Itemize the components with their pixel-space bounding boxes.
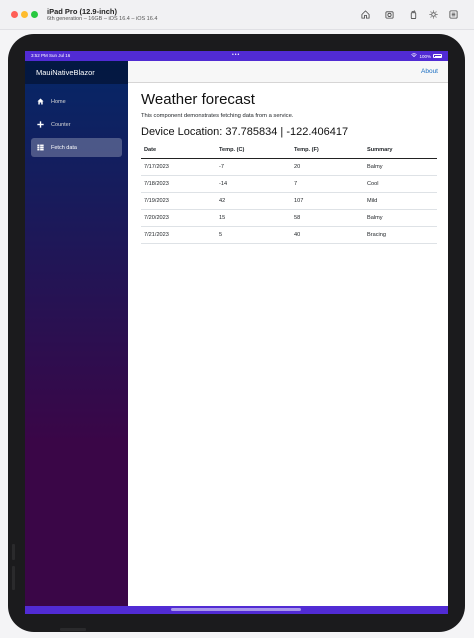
cell-date: 7/19/2023 <box>141 192 216 210</box>
cell-date: 7/21/2023 <box>141 226 216 244</box>
cell-summary: Balmy <box>364 209 437 227</box>
simulator-title-bar: iPad Pro (12.9-inch) 6th generation – 16… <box>0 0 474 30</box>
cell-summary: Bracing <box>364 226 437 244</box>
about-link[interactable]: About <box>421 68 438 75</box>
status-right: 100% <box>411 53 442 59</box>
cell-temp-c: 42 <box>216 192 291 210</box>
sidebar-item-fetch-data[interactable]: Fetch data <box>31 138 122 157</box>
app-brand[interactable]: MauiNativeBlazor <box>36 68 95 77</box>
volume-down-button <box>12 566 15 590</box>
cell-temp-c: -14 <box>216 175 291 193</box>
column-header-date: Date <box>141 142 216 159</box>
cell-temp-c: 5 <box>216 226 291 244</box>
sidebar: MauiNativeBlazor Home Counter Fetch data <box>25 61 128 606</box>
zoom-window-button[interactable] <box>31 11 38 18</box>
main-content: Weather forecast This component demonstr… <box>141 91 437 244</box>
appearance-icon[interactable] <box>428 9 439 20</box>
top-row: About <box>128 61 448 83</box>
cell-temp-c: -7 <box>216 158 291 176</box>
wifi-icon <box>411 53 418 59</box>
cell-temp-c: 15 <box>216 209 291 227</box>
page-intro: This component demonstrates fetching dat… <box>141 113 294 119</box>
simulator-title: iPad Pro (12.9-inch) <box>47 7 118 16</box>
cell-summary: Balmy <box>364 158 437 176</box>
cell-temp-f: 40 <box>291 226 364 244</box>
cell-temp-f: 58 <box>291 209 364 227</box>
cell-temp-f: 20 <box>291 158 364 176</box>
table-row: 7/18/2023 -14 7 Cool <box>141 175 437 193</box>
sidebar-item-label: Counter <box>51 121 71 128</box>
multitasking-dots[interactable]: ••• <box>232 52 240 58</box>
table-row: 7/20/2023 15 58 Balmy <box>141 209 437 227</box>
cell-temp-f: 107 <box>291 192 364 210</box>
cell-date: 7/18/2023 <box>141 175 216 193</box>
column-header-temp-f: Temp. (F) <box>291 142 364 159</box>
home-button-icon[interactable] <box>360 9 371 20</box>
table-header-row: Date Temp. (C) Temp. (F) Summary <box>141 142 437 159</box>
battery-percent: 100% <box>419 53 431 59</box>
cell-summary: Cool <box>364 175 437 193</box>
table-row: 7/19/2023 42 107 Mild <box>141 192 437 210</box>
column-header-summary: Summary <box>364 142 437 159</box>
forecast-table: Date Temp. (C) Temp. (F) Summary 7/17/20… <box>141 142 437 244</box>
sidebar-item-label: Fetch data <box>51 144 77 151</box>
cell-date: 7/20/2023 <box>141 209 216 227</box>
sidebar-item-home[interactable]: Home <box>31 92 122 111</box>
home-indicator[interactable] <box>171 608 301 611</box>
battery-icon <box>433 54 442 58</box>
minimize-window-button[interactable] <box>21 11 28 18</box>
home-icon <box>37 98 44 105</box>
device-location: Device Location: 37.785834 | -122.406417 <box>141 126 349 138</box>
volume-up-button <box>12 544 15 560</box>
sidebar-item-label: Home <box>51 98 66 105</box>
cell-temp-f: 7 <box>291 175 364 193</box>
brand-row: MauiNativeBlazor <box>25 61 128 84</box>
cell-date: 7/17/2023 <box>141 158 216 176</box>
screenshot-icon[interactable] <box>384 9 395 20</box>
rotate-icon[interactable] <box>408 9 419 20</box>
device-screen: 3:52 PM Sun Jul 16 ••• 100% MauiNativeBl… <box>25 51 448 614</box>
cell-summary: Mild <box>364 192 437 210</box>
plus-icon <box>37 121 44 128</box>
top-button <box>60 628 86 631</box>
column-header-temp-c: Temp. (C) <box>216 142 291 159</box>
status-bar: 3:52 PM Sun Jul 16 ••• 100% <box>25 51 448 61</box>
table-row: 7/21/2023 5 40 Bracing <box>141 226 437 244</box>
nav-menu: Home Counter Fetch data <box>25 84 128 157</box>
status-time: 3:52 PM Sun Jul 16 <box>31 53 71 58</box>
menu-icon[interactable] <box>448 9 459 20</box>
simulator-subtitle: 6th generation – 16GB – iOS 16.4 – iOS 1… <box>47 16 158 22</box>
list-icon <box>37 144 44 151</box>
table-row: 7/17/2023 -7 20 Balmy <box>141 158 437 176</box>
page-title: Weather forecast <box>141 91 255 108</box>
close-window-button[interactable] <box>11 11 18 18</box>
sidebar-item-counter[interactable]: Counter <box>31 115 122 134</box>
bottom-strip <box>25 606 448 614</box>
